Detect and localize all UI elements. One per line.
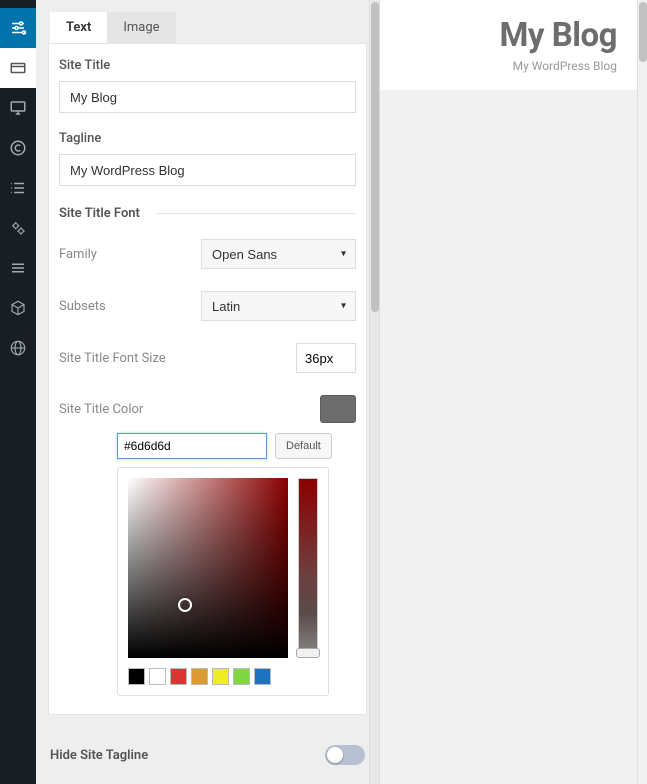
- color-picker: [117, 467, 329, 696]
- hex-input[interactable]: [117, 433, 267, 459]
- sidebar-menu[interactable]: [0, 248, 36, 288]
- swatch[interactable]: [149, 668, 166, 685]
- swatch[interactable]: [233, 668, 250, 685]
- settings-card: Site Title Tagline Site Title Font Famil…: [48, 43, 367, 715]
- divider: [156, 213, 356, 214]
- tagline-input[interactable]: [59, 154, 356, 186]
- subsets-label: Subsets: [59, 299, 106, 314]
- sidebar-copyright[interactable]: [0, 128, 36, 168]
- sidebar-globe[interactable]: [0, 328, 36, 368]
- settings-panel: Text Image Site Title Tagline Site Title…: [36, 0, 380, 784]
- hide-tagline-toggle[interactable]: [325, 745, 365, 765]
- swatch[interactable]: [170, 668, 187, 685]
- preview-area: My Blog My WordPress Blog: [380, 0, 647, 784]
- sliders-icon: [9, 19, 27, 37]
- card-icon: [9, 59, 27, 77]
- sidebar-monitor[interactable]: [0, 88, 36, 128]
- preview-title: My Blog: [380, 16, 617, 55]
- panel-scroll-thumb[interactable]: [371, 2, 379, 312]
- family-label: Family: [59, 247, 97, 262]
- swatch[interactable]: [191, 668, 208, 685]
- font-section-header: Site Title Font: [59, 206, 356, 221]
- swatch[interactable]: [254, 668, 271, 685]
- sidebar-sliders[interactable]: [0, 8, 36, 48]
- saturation-value-area[interactable]: [128, 478, 288, 658]
- hue-handle[interactable]: [296, 648, 320, 658]
- color-label: Site Title Color: [59, 402, 143, 417]
- sidebar-box[interactable]: [0, 288, 36, 328]
- sidebar-gears[interactable]: [0, 208, 36, 248]
- hide-tagline-label: Hide Site Tagline: [50, 748, 148, 763]
- site-title-input[interactable]: [59, 81, 356, 113]
- sidebar-list[interactable]: [0, 168, 36, 208]
- sv-handle[interactable]: [178, 598, 192, 612]
- tab-text[interactable]: Text: [50, 12, 107, 43]
- subsets-select[interactable]: Latin: [201, 291, 356, 321]
- font-size-input[interactable]: [296, 343, 356, 373]
- preset-swatches: [128, 668, 318, 685]
- preview-tagline: My WordPress Blog: [380, 59, 617, 73]
- copyright-icon: [9, 139, 27, 157]
- preview-scroll-thumb[interactable]: [639, 2, 647, 62]
- font-size-label: Site Title Font Size: [59, 351, 166, 366]
- hue-slider[interactable]: [298, 478, 318, 658]
- site-title-label: Site Title: [59, 58, 356, 73]
- color-swatch[interactable]: [320, 395, 356, 423]
- swatch[interactable]: [128, 668, 145, 685]
- tab-image[interactable]: Image: [107, 12, 175, 43]
- family-select[interactable]: Open Sans: [201, 239, 356, 269]
- sidebar-card[interactable]: [0, 48, 36, 88]
- globe-icon: [9, 339, 27, 357]
- tabs: Text Image: [36, 0, 379, 43]
- font-section-title: Site Title Font: [59, 206, 140, 221]
- icon-sidebar: [0, 0, 36, 784]
- menu-icon: [9, 259, 27, 277]
- swatch[interactable]: [212, 668, 229, 685]
- default-button[interactable]: Default: [275, 433, 332, 459]
- list-icon: [9, 179, 27, 197]
- monitor-icon: [9, 99, 27, 117]
- tagline-label: Tagline: [59, 131, 356, 146]
- gears-icon: [9, 219, 27, 237]
- preview-scrollbar[interactable]: [637, 0, 647, 784]
- preview-header: My Blog My WordPress Blog: [380, 0, 647, 90]
- box-icon: [9, 299, 27, 317]
- panel-scrollbar[interactable]: [369, 0, 379, 784]
